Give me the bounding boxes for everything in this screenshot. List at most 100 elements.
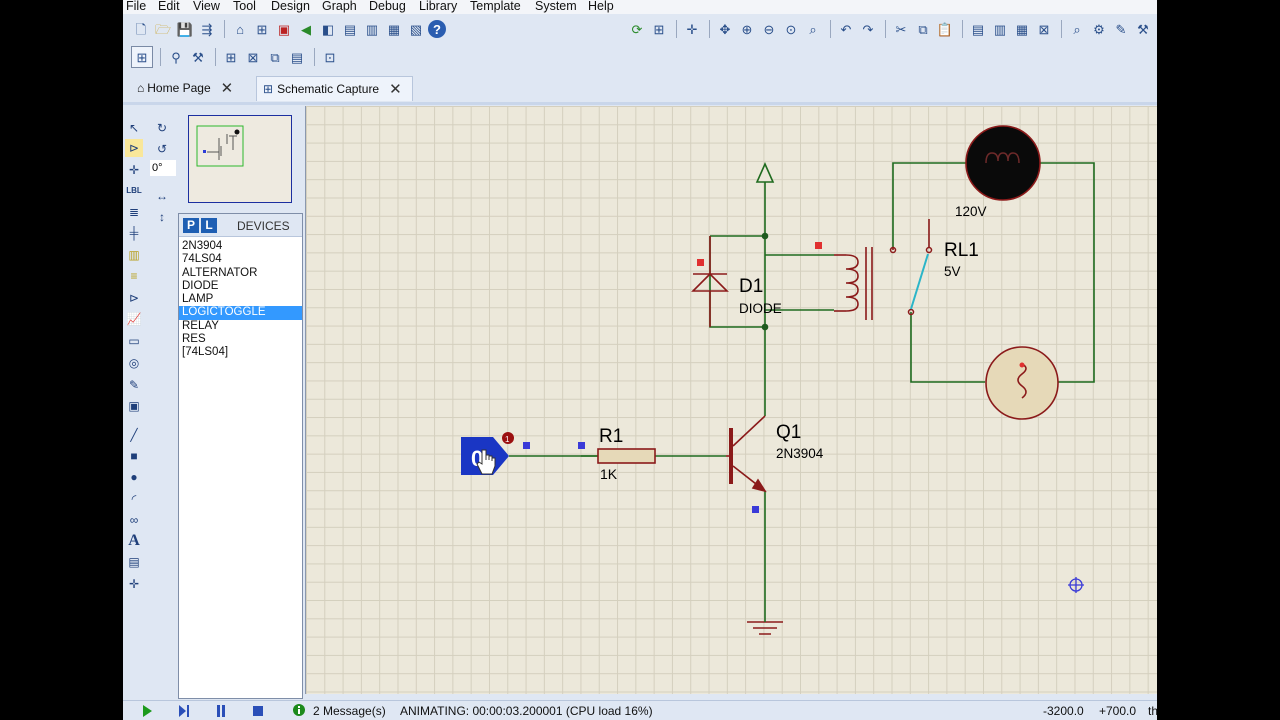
rotate-anticlockwise-icon[interactable]: ↺: [153, 140, 171, 158]
resistor-r1[interactable]: R1 1K: [581, 426, 656, 482]
tab-home-page[interactable]: ⌂ Home Page ✕: [137, 76, 233, 100]
line-icon[interactable]: ╱: [125, 426, 143, 444]
menu-graph[interactable]: Graph: [322, 0, 357, 13]
graph-mode-icon[interactable]: 📈: [125, 310, 143, 328]
block-move-icon[interactable]: ▥: [990, 19, 1010, 39]
voltage-probe-icon[interactable]: ✎: [125, 376, 143, 394]
selection-mode-icon[interactable]: ↖: [125, 119, 143, 137]
save-icon[interactable]: 💾: [175, 19, 195, 39]
block-delete-icon[interactable]: ⊠: [1034, 19, 1054, 39]
paste-icon[interactable]: 📋: [935, 19, 955, 39]
new-file-icon[interactable]: 🗋: [131, 19, 151, 39]
pcb-icon[interactable]: ▣: [274, 19, 294, 39]
menu-library[interactable]: Library: [419, 0, 457, 13]
subcircuit-icon[interactable]: ▥: [125, 246, 143, 264]
zoom-area-icon[interactable]: ⌕: [803, 19, 823, 39]
electrical-rule-check-icon[interactable]: ⊡: [320, 47, 340, 67]
menu-file[interactable]: File: [126, 0, 146, 13]
close-icon[interactable]: ✕: [221, 79, 234, 97]
list-item[interactable]: 2N3904: [179, 240, 302, 253]
rotation-angle-field[interactable]: 0°: [150, 160, 176, 176]
redo-icon[interactable]: ↷: [858, 19, 878, 39]
new-sheet-icon[interactable]: ⊞: [221, 47, 241, 67]
bom-icon[interactable]: ▤: [340, 19, 360, 39]
menu-edit[interactable]: Edit: [158, 0, 180, 13]
source-icon[interactable]: ▥: [362, 19, 382, 39]
zoom-all-icon[interactable]: ⊙: [781, 19, 801, 39]
text-script-icon[interactable]: ≣: [125, 203, 143, 221]
menu-template[interactable]: Template: [470, 0, 521, 13]
home-icon[interactable]: ⌂: [230, 19, 250, 39]
pan-icon[interactable]: ✥: [715, 19, 735, 39]
menu-design[interactable]: Design: [271, 0, 310, 13]
relay-coil[interactable]: [834, 247, 873, 320]
relay-contacts[interactable]: [889, 219, 933, 316]
remove-sheet-icon[interactable]: ⊠: [243, 47, 263, 67]
wire-autorouter-icon[interactable]: ⊞: [131, 46, 153, 68]
box-icon[interactable]: ■: [125, 447, 143, 465]
block-copy-icon[interactable]: ▤: [968, 19, 988, 39]
library-manager-button[interactable]: L: [201, 217, 217, 233]
undo-icon[interactable]: ↶: [836, 19, 856, 39]
list-item[interactable]: 74LS04: [179, 253, 302, 266]
block-rotate-icon[interactable]: ▦: [1012, 19, 1032, 39]
play-button[interactable]: [139, 703, 155, 719]
copy-icon[interactable]: ⧉: [913, 19, 933, 39]
mirror-horizontal-icon[interactable]: ↔: [153, 187, 171, 205]
import-icon[interactable]: ⇶: [197, 19, 217, 39]
tape-recorder-icon[interactable]: ▭: [125, 332, 143, 350]
zoom-out-icon[interactable]: ⊖: [759, 19, 779, 39]
search-tag-icon[interactable]: ⚲: [166, 47, 186, 67]
circle-icon[interactable]: ●: [125, 468, 143, 486]
overview-window[interactable]: [188, 115, 292, 203]
schematic-canvas[interactable]: 0 1 R1 1K Q1 2N3904 D1 DIODE RL1 5V 120V: [305, 106, 1157, 694]
list-item[interactable]: RELAY: [179, 320, 302, 333]
tab-schematic-capture[interactable]: ⊞ Schematic Capture ✕: [256, 76, 413, 101]
netlist-icon[interactable]: ▤: [287, 47, 307, 67]
list-item[interactable]: ALTERNATOR: [179, 267, 302, 280]
generator-icon[interactable]: ◎: [125, 354, 143, 372]
component-mode-icon[interactable]: ⊳: [125, 139, 143, 157]
stop-button[interactable]: [250, 703, 266, 719]
arc-icon[interactable]: ◜: [125, 490, 143, 508]
help-icon[interactable]: ?: [428, 20, 446, 38]
schematic-icon[interactable]: ⊞: [252, 19, 272, 39]
make-device-icon[interactable]: ⚙: [1089, 19, 1109, 39]
open-folder-icon[interactable]: 🗁: [153, 19, 173, 39]
notes-icon[interactable]: ▦: [384, 19, 404, 39]
transistor-q1[interactable]: [726, 415, 767, 493]
list-item-selected[interactable]: LOGICTOGGLE: [179, 306, 302, 320]
step-button[interactable]: [176, 703, 192, 719]
pick-devices-button[interactable]: P: [183, 217, 199, 233]
project-icon[interactable]: ▧: [406, 19, 426, 39]
text-icon[interactable]: A: [125, 532, 143, 550]
list-item[interactable]: [74LS04]: [179, 346, 302, 359]
pick-device-icon[interactable]: ⌕: [1067, 19, 1087, 39]
list-item[interactable]: DIODE: [179, 280, 302, 293]
close-icon[interactable]: ✕: [389, 80, 402, 98]
origin-icon[interactable]: ✛: [682, 19, 702, 39]
menu-help[interactable]: Help: [588, 0, 614, 13]
buses-icon[interactable]: ╪: [125, 224, 143, 242]
virtual-instruments-icon[interactable]: ▣: [125, 397, 143, 415]
menu-view[interactable]: View: [193, 0, 220, 13]
list-item[interactable]: RES: [179, 333, 302, 346]
cut-icon[interactable]: ✂: [891, 19, 911, 39]
wire-label-icon[interactable]: LBL: [125, 182, 143, 200]
menu-debug[interactable]: Debug: [369, 0, 406, 13]
menu-system[interactable]: System: [535, 0, 577, 13]
symbol-icon[interactable]: ▤: [125, 553, 143, 571]
mirror-vertical-icon[interactable]: ↕: [153, 208, 171, 226]
zoom-in-icon[interactable]: ⊕: [737, 19, 757, 39]
grid-icon[interactable]: ⊞: [649, 19, 669, 39]
alternator[interactable]: [985, 346, 1059, 420]
junction-dot-icon[interactable]: ✛: [125, 161, 143, 179]
terminals-icon[interactable]: ≡: [125, 267, 143, 285]
decompose-icon[interactable]: ⚒: [1133, 19, 1153, 39]
lamp[interactable]: [965, 125, 1041, 201]
rotate-clockwise-icon[interactable]: ↻: [153, 119, 171, 137]
device-pins-icon[interactable]: ⊳: [125, 289, 143, 307]
messages-count[interactable]: 2 Message(s): [313, 704, 386, 718]
marker-icon[interactable]: ✛: [125, 575, 143, 593]
property-assign-icon[interactable]: ⚒: [188, 47, 208, 67]
